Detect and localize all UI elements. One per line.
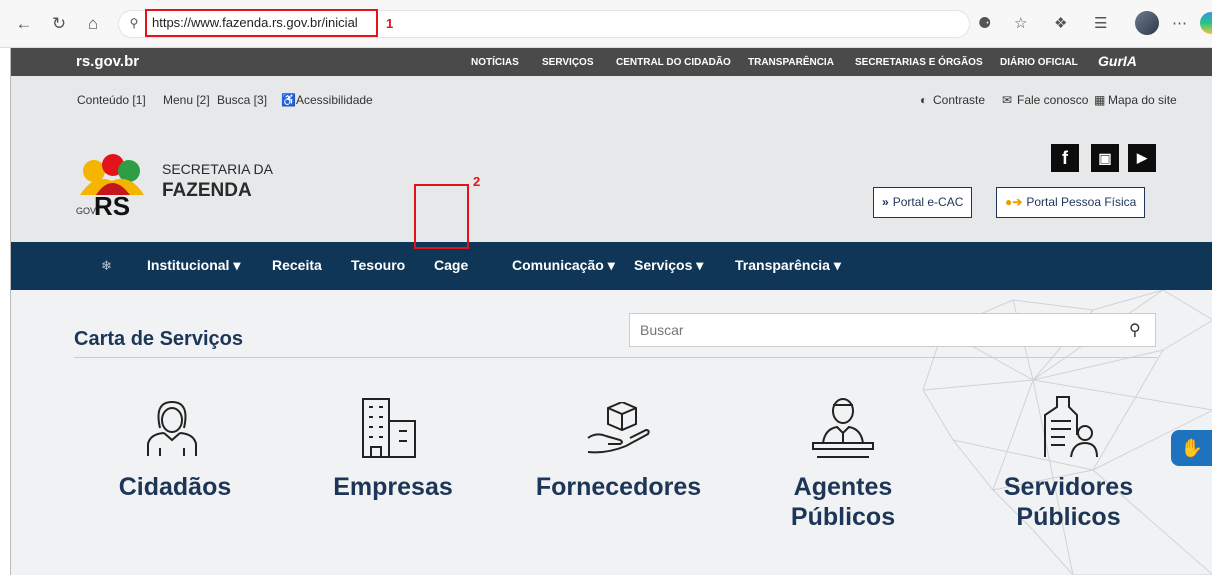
home-icon[interactable]: ⌂ — [83, 14, 103, 34]
back-icon[interactable]: ← — [14, 14, 34, 34]
svg-text:RS: RS — [94, 191, 130, 217]
cage-highlight-box — [414, 184, 469, 249]
search-icon[interactable]: ⚲ — [1129, 320, 1141, 340]
site-header: GOV RS SECRETARIA DA FAZENDA f ▣ ▶ » Port… — [11, 121, 1212, 242]
government-topbar: rs.gov.br NOTÍCIAS SERVIÇOS CENTRAL DO C… — [11, 48, 1212, 76]
callout-2: 2 — [473, 174, 481, 189]
org-name-small: SECRETARIA DA — [162, 161, 273, 177]
accessibility-link[interactable]: Acessibilidade — [296, 93, 373, 107]
skip-search-link[interactable]: Busca [3] — [217, 93, 267, 107]
topbar-link-central-cidadao[interactable]: CENTRAL DO CIDADÃO — [616, 57, 731, 68]
sitemap-link[interactable]: Mapa do site — [1108, 93, 1177, 107]
lock-icon: ⚲ — [129, 16, 139, 30]
title-divider — [74, 357, 1157, 358]
citizen-icon[interactable] — [142, 400, 202, 458]
sitemap-icon[interactable]: ▦ — [1094, 93, 1105, 107]
more-icon[interactable]: ⋯ — [1172, 14, 1187, 32]
extensions-icon[interactable]: ❖ — [1054, 14, 1067, 32]
callout-1: 1 — [386, 16, 394, 31]
section-title: Carta de Serviços — [74, 328, 243, 350]
main-navigation: ❄ Institucional ▾ Receita Tesouro Cage C… — [11, 242, 1212, 290]
nav-cage[interactable]: Cage — [434, 257, 468, 273]
service-empresas[interactable]: Empresas — [328, 472, 458, 502]
org-name-big: FAZENDA — [162, 180, 252, 201]
edge-copilot-icon[interactable] — [1200, 12, 1212, 34]
service-fornecedores[interactable]: Fornecedores — [531, 472, 706, 502]
topbar-link-secretarias[interactable]: SECRETARIAS E ÓRGÃOS — [855, 57, 983, 68]
topbar-link-diario-oficial[interactable]: DIÁRIO OFICIAL — [1000, 57, 1078, 68]
home-icon[interactable]: ❄ — [101, 258, 112, 274]
instagram-icon[interactable]: ▣ — [1091, 144, 1119, 172]
skip-content-link[interactable]: Conteúdo [1] — [77, 93, 146, 107]
svg-text:GOV: GOV — [76, 206, 96, 216]
contrast-icon[interactable]: ◐ — [920, 93, 927, 107]
building-icon[interactable] — [359, 397, 419, 459]
services-section: Carta de Serviços ⚲ Cidadãos Empresas — [11, 290, 1212, 575]
nav-institucional[interactable]: Institucional ▾ — [147, 257, 240, 274]
refresh-icon[interactable]: ↻ — [49, 14, 69, 34]
officer-at-desk-icon[interactable] — [811, 397, 875, 459]
contact-link[interactable]: Fale conosco — [1017, 93, 1088, 107]
topbar-link-noticias[interactable]: NOTÍCIAS — [471, 57, 519, 68]
url-highlight-box — [145, 9, 378, 37]
portal-pessoa-fisica-button[interactable]: ●➔ Portal Pessoa Física — [996, 187, 1146, 218]
topbar-link-transparencia[interactable]: TRANSPARÊNCIA — [748, 57, 834, 68]
favorites-list-icon[interactable]: ☰ — [1094, 14, 1107, 32]
box-in-hand-icon[interactable] — [586, 402, 652, 454]
gov-rs-logo[interactable]: GOV RS — [74, 151, 152, 217]
nav-comunicacao[interactable]: Comunicação ▾ — [512, 257, 615, 274]
nav-tesouro[interactable]: Tesouro — [351, 257, 405, 273]
search-input[interactable] — [629, 313, 1156, 347]
service-servidores-publicos[interactable]: Servidores Públicos — [981, 472, 1156, 532]
contrast-link[interactable]: Contraste — [933, 93, 985, 107]
topbar-link-servicos[interactable]: SERVIÇOS — [542, 57, 594, 68]
nav-receita[interactable]: Receita — [272, 257, 322, 273]
facebook-icon[interactable]: f — [1051, 144, 1079, 172]
accessibility-bar: Conteúdo [1] Menu [2] Busca [3] ♿ Acessi… — [11, 76, 1212, 121]
sign-language-icon[interactable]: ✋ — [1171, 430, 1212, 466]
web-page: rs.gov.br NOTÍCIAS SERVIÇOS CENTRAL DO C… — [10, 48, 1212, 575]
browser-toolbar: ← ↻ ⌂ ⚲ https://www.fazenda.rs.gov.br/in… — [0, 0, 1212, 48]
favorite-star-icon[interactable]: ☆ — [1014, 14, 1027, 32]
service-cidadaos[interactable]: Cidadãos — [115, 472, 235, 502]
youtube-icon[interactable]: ▶ — [1128, 144, 1156, 172]
service-agentes-publicos[interactable]: Agentes Públicos — [773, 472, 913, 532]
gurla-assistant-link[interactable]: GurIA — [1098, 53, 1137, 69]
accessibility-icon[interactable]: ♿ — [281, 93, 296, 107]
portal-ecac-button[interactable]: » Portal e-CAC — [873, 187, 973, 218]
reader-icon[interactable]: ⚈ — [978, 14, 991, 32]
user-arrow-icon: ●➔ — [1005, 195, 1023, 209]
public-servant-building-icon[interactable] — [1041, 395, 1099, 459]
envelope-icon[interactable]: ✉ — [1002, 93, 1012, 107]
double-chevron-icon: » — [882, 195, 889, 209]
rs-gov-logo[interactable]: rs.gov.br — [76, 53, 139, 70]
nav-transparencia[interactable]: Transparência ▾ — [735, 257, 841, 274]
profile-avatar[interactable] — [1135, 11, 1159, 35]
skip-menu-link[interactable]: Menu [2] — [163, 93, 210, 107]
nav-servicos[interactable]: Serviços ▾ — [634, 257, 703, 274]
